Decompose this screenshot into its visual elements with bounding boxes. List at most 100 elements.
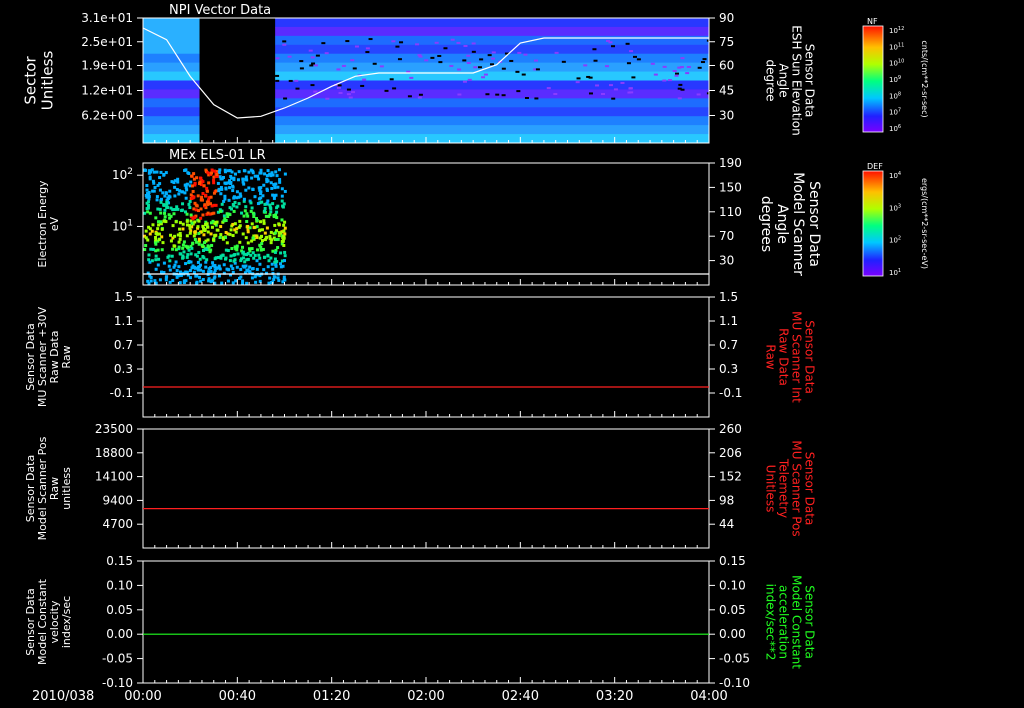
- spectrogram-speckle: [338, 91, 343, 94]
- spectrogram-cell: [189, 180, 193, 184]
- spectrogram-cell: [201, 278, 205, 282]
- spectrogram-cell: [260, 200, 264, 204]
- spectrogram-cell: [255, 259, 259, 263]
- spectrogram-cell: [262, 209, 266, 213]
- spectrogram-cell: [149, 279, 153, 283]
- spectrogram-speckle: [479, 58, 484, 61]
- y-right-axis-label-line: Sensor Data: [806, 181, 822, 267]
- spectrogram-cell: [272, 215, 276, 219]
- spectrogram-cell: [147, 203, 151, 207]
- spectrogram-speckle: [490, 63, 495, 66]
- spectrogram-cell: [222, 219, 226, 223]
- spectrogram-cell: [202, 184, 206, 188]
- spectrogram-cell: [283, 226, 287, 230]
- y-right-tick-label: 260: [719, 422, 742, 436]
- spectrogram-cell: [242, 252, 246, 256]
- spectrogram-speckle: [324, 52, 329, 55]
- colorbar-unit-label: cnts/(cm**2-sr-sec): [920, 40, 929, 117]
- spectrogram-speckle: [611, 45, 616, 48]
- spectrogram-cell: [159, 220, 163, 224]
- spectrogram-speckle: [417, 54, 422, 57]
- spectrogram-cell: [226, 215, 230, 219]
- spectrogram-speckle: [606, 39, 611, 42]
- spectrogram-cell: [209, 266, 213, 270]
- spectrogram-cell: [146, 200, 150, 204]
- spectrogram-speckle: [477, 66, 482, 69]
- spectrogram-cell: [164, 278, 168, 282]
- y-right-tick-label: 152: [719, 470, 742, 484]
- spectrogram-cell: [158, 176, 162, 180]
- spectrogram-speckle: [350, 59, 355, 62]
- spectrogram-cell: [143, 53, 200, 64]
- panel-frame: [142, 162, 710, 286]
- time-tick-label: 00:00: [124, 689, 161, 704]
- y-axis-label: Sensor Data Model Constant velocity index/s…: [24, 578, 73, 665]
- spectrogram-speckle: [275, 74, 280, 77]
- colorbar-tick-label: 102: [889, 236, 901, 245]
- spectrogram-cell: [225, 241, 229, 245]
- spectrogram-cell: [282, 244, 286, 248]
- spectrogram-cell: [274, 238, 278, 242]
- y-right-axis-label-line: MU Scanner Pos: [790, 440, 804, 536]
- spectrogram-cell: [227, 198, 231, 202]
- y-tick-label: 102: [112, 167, 133, 182]
- spectrogram-speckle: [391, 40, 396, 43]
- spectrogram-speckle: [283, 97, 288, 100]
- colorbar-1: NF101210111010109108107106cnts/(cm**2-sr…: [862, 17, 929, 133]
- spectrogram-cell: [148, 260, 152, 264]
- spectrogram-cell: [262, 268, 266, 272]
- spectrogram-cell: [263, 206, 267, 210]
- colorbar-unit: ergs/(cm**2-sr-sec-eV): [920, 178, 929, 269]
- spectrogram-cell: [228, 186, 232, 190]
- y-right-tick-label: 206: [719, 446, 742, 460]
- spectrogram-cell: [188, 206, 192, 210]
- spectrogram-cell: [203, 229, 207, 233]
- spectrogram-speckle: [702, 58, 707, 61]
- spectrogram-cell: [201, 192, 205, 196]
- spectrogram-speckle: [315, 54, 320, 57]
- spectrogram-cell: [278, 180, 282, 184]
- spectrogram-speckle: [553, 93, 558, 96]
- spectrogram-speckle: [309, 64, 314, 67]
- spectrogram-speckle: [588, 92, 593, 95]
- spectrogram-cell: [178, 234, 182, 238]
- spectrogram-cell: [196, 265, 200, 269]
- spectrogram-cell: [156, 263, 160, 267]
- spectrogram-cell: [263, 255, 267, 259]
- spectrogram-cell: [242, 169, 246, 173]
- spectrogram-cell: [263, 172, 267, 176]
- spectrogram-cell: [233, 245, 237, 249]
- spectrogram-cell: [248, 265, 252, 269]
- spectrogram-cell: [281, 280, 285, 284]
- spectrogram-cell: [162, 261, 166, 265]
- spectrogram-cell: [251, 187, 255, 191]
- spectrogram-cell: [205, 189, 209, 193]
- spectrogram-speckle: [595, 84, 600, 87]
- y-tick-label: -0.1: [110, 386, 133, 400]
- spectrogram-cell: [274, 170, 278, 174]
- spectrogram-cell: [190, 266, 194, 270]
- spectrogram-cell: [189, 252, 193, 256]
- y-tick-label: -0.10: [102, 676, 133, 690]
- spectrogram-cell: [270, 171, 274, 175]
- spectrogram-cell: [166, 206, 170, 210]
- spectrogram-cell: [186, 253, 190, 257]
- spectrogram-cell: [218, 168, 222, 172]
- spectrogram-cell: [147, 253, 151, 257]
- spectrogram-cell: [262, 221, 266, 225]
- spectrogram-cell: [231, 267, 235, 271]
- spectrogram-speckle: [611, 97, 616, 100]
- spectrogram-speckle: [457, 93, 462, 96]
- spectrogram-cell: [205, 258, 209, 262]
- spectrogram-cell: [185, 223, 189, 227]
- spectrogram-speckle: [443, 47, 448, 50]
- spectrogram-cell: [265, 235, 269, 239]
- spectrogram-cell: [169, 239, 173, 243]
- time-tick-label: 01:20: [313, 689, 350, 704]
- spectrogram-cell: [250, 239, 254, 243]
- spectrogram-cell: [182, 240, 186, 244]
- time-tick-label: 04:00: [690, 689, 727, 704]
- spectrogram-cell: [148, 232, 152, 236]
- spectrogram-speckle: [337, 84, 342, 87]
- spectrogram-cell: [282, 223, 286, 227]
